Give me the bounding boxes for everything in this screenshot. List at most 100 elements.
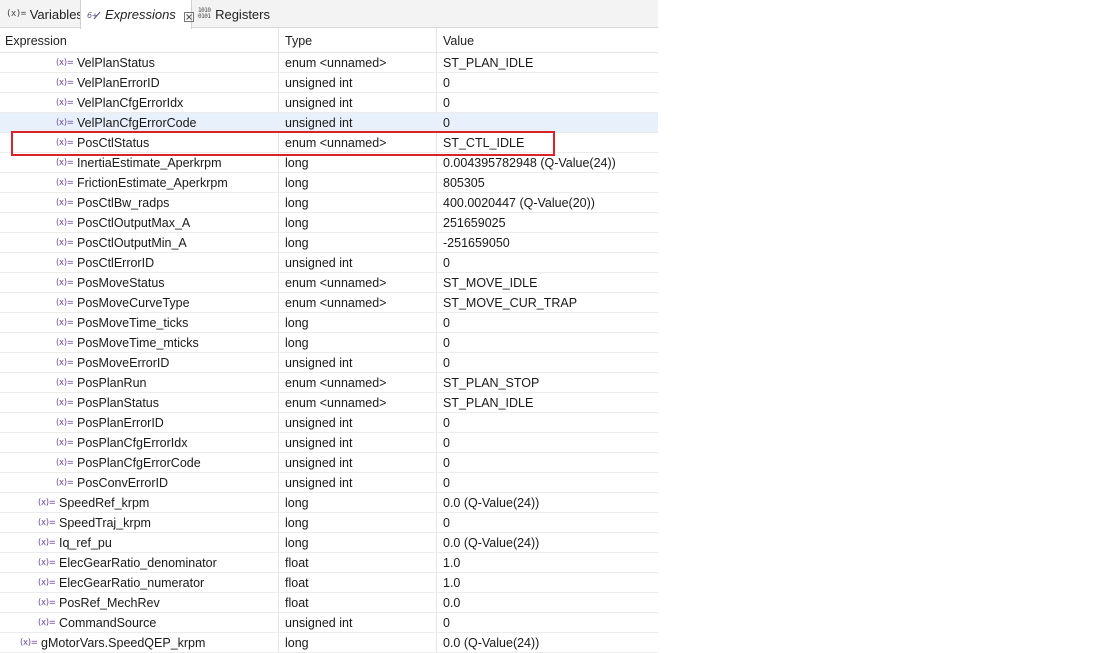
expression-value[interactable]: 805305 bbox=[443, 173, 485, 193]
expression-value[interactable]: 0 bbox=[443, 433, 450, 453]
table-row[interactable]: (x)= ElecGearRatio_numerator float 1.0 bbox=[0, 573, 658, 593]
expression-value[interactable]: 0.0 (Q-Value(24)) bbox=[443, 533, 539, 553]
variable-icon: (x)= bbox=[56, 258, 74, 268]
expression-name: SpeedRef_krpm bbox=[59, 496, 150, 510]
expression-value[interactable]: ST_PLAN_IDLE bbox=[443, 53, 533, 73]
table-row[interactable]: (x)= PosMoveStatus enum <unnamed> ST_MOVE_I… bbox=[0, 273, 658, 293]
expression-value[interactable]: 251659025 bbox=[443, 213, 506, 233]
table-row[interactable]: (x)= PosConvErrorID unsigned int 0 bbox=[0, 473, 658, 493]
expression-type: unsigned int bbox=[285, 436, 353, 450]
tab-registers[interactable]: 1010 0101 Registers bbox=[192, 0, 276, 28]
tab-variables[interactable]: (x)= Variables bbox=[0, 0, 83, 28]
expression-value[interactable]: 0 bbox=[443, 353, 450, 373]
expression-value[interactable]: 0 bbox=[443, 473, 450, 493]
expression-value[interactable]: 0 bbox=[443, 413, 450, 433]
variable-icon: (x)= bbox=[56, 418, 74, 428]
expression-value[interactable]: 0.0 (Q-Value(24)) bbox=[443, 633, 539, 653]
expression-value[interactable]: 1.0 bbox=[443, 553, 460, 573]
expression-value[interactable]: 0 bbox=[443, 333, 450, 353]
table-row[interactable]: (x)= VelPlanCfgErrorCode unsigned int 0 bbox=[0, 113, 658, 133]
table-row[interactable]: (x)= PosCtlBw_radps long 400.0020447 (Q-Val… bbox=[0, 193, 658, 213]
expression-value[interactable]: 0 bbox=[443, 253, 450, 273]
expression-type: long bbox=[285, 496, 309, 510]
expression-value[interactable]: 0 bbox=[443, 113, 450, 133]
tab-bar: (x)= Variables 6+ Expressions 1010 0101 bbox=[0, 0, 658, 29]
column-header-type[interactable]: Type bbox=[285, 28, 312, 52]
table-row[interactable]: (x)= PosCtlErrorID unsigned int 0 bbox=[0, 253, 658, 273]
column-header-expression[interactable]: Expression bbox=[5, 28, 67, 52]
table-row[interactable]: (x)= ElecGearRatio_denominator float 1.0 bbox=[0, 553, 658, 573]
registers-icon: 1010 0101 bbox=[198, 7, 211, 20]
expression-type: long bbox=[285, 536, 309, 550]
variable-icon: (x)= bbox=[56, 238, 74, 248]
table-row[interactable]: (x)= Iq_ref_pu long 0.0 (Q-Value(24)) bbox=[0, 533, 658, 553]
table-row[interactable]: (x)= SpeedRef_krpm long 0.0 (Q-Value(24)) bbox=[0, 493, 658, 513]
variable-icon: (x)= bbox=[56, 98, 74, 108]
expression-type: unsigned int bbox=[285, 356, 353, 370]
table-row[interactable]: (x)= VelPlanCfgErrorIdx unsigned int 0 bbox=[0, 93, 658, 113]
table-row[interactable]: (x)= PosMoveTime_mticks long 0 bbox=[0, 333, 658, 353]
table-row[interactable]: (x)= PosPlanCfgErrorCode unsigned int 0 bbox=[0, 453, 658, 473]
expression-value[interactable]: 0 bbox=[443, 513, 450, 533]
table-row[interactable]: (x)= VelPlanErrorID unsigned int 0 bbox=[0, 73, 658, 93]
expression-value[interactable]: 0.0 bbox=[443, 593, 460, 613]
table-row[interactable]: (x)= PosCtlStatus enum <unnamed> ST_CTL_IDL… bbox=[0, 133, 658, 153]
variable-icon: (x)= bbox=[56, 338, 74, 348]
expression-value[interactable]: 0 bbox=[443, 73, 450, 93]
expression-value[interactable]: 0.0 (Q-Value(24)) bbox=[443, 493, 539, 513]
table-row[interactable]: (x)= VelPlanStatus enum <unnamed> ST_PLAN_I… bbox=[0, 53, 658, 73]
expression-value[interactable]: 0 bbox=[443, 313, 450, 333]
expression-value[interactable]: 1.0 bbox=[443, 573, 460, 593]
expression-value[interactable]: -251659050 bbox=[443, 233, 510, 253]
table-row[interactable]: (x)= PosCtlOutputMax_A long 251659025 bbox=[0, 213, 658, 233]
expression-name: VelPlanStatus bbox=[77, 56, 155, 70]
expression-name: VelPlanCfgErrorCode bbox=[77, 116, 197, 130]
expression-name: PosMoveErrorID bbox=[77, 356, 170, 370]
variable-icon: (x)= bbox=[56, 278, 74, 288]
expression-value[interactable]: ST_PLAN_STOP bbox=[443, 373, 539, 393]
table-row[interactable]: (x)= PosPlanStatus enum <unnamed> ST_PLAN_I… bbox=[0, 393, 658, 413]
column-header-value[interactable]: Value bbox=[443, 28, 474, 52]
expression-name: PosRef_MechRev bbox=[59, 596, 160, 610]
table-row[interactable]: (x)= FrictionEstimate_Aperkrpm long 805305 bbox=[0, 173, 658, 193]
tab-expressions-label: Expressions bbox=[105, 7, 176, 22]
table-row[interactable]: (x)= PosMoveErrorID unsigned int 0 bbox=[0, 353, 658, 373]
variable-icon: (x)= bbox=[38, 618, 56, 628]
table-row[interactable]: (x)= CommandSource unsigned int 0 bbox=[0, 613, 658, 633]
table-row[interactable]: (x)= PosMoveTime_ticks long 0 bbox=[0, 313, 658, 333]
expression-name: ElecGearRatio_denominator bbox=[59, 556, 217, 570]
expression-value[interactable]: ST_CTL_IDLE bbox=[443, 133, 524, 153]
expression-name: FrictionEstimate_Aperkrpm bbox=[77, 176, 228, 190]
table-row[interactable]: (x)= gMotorVars.SpeedQEP_krpm long 0.0 (Q-V… bbox=[0, 633, 658, 653]
expression-value[interactable]: ST_PLAN_IDLE bbox=[443, 393, 533, 413]
expression-value[interactable]: 0 bbox=[443, 93, 450, 113]
table-row[interactable]: (x)= PosRef_MechRev float 0.0 bbox=[0, 593, 658, 613]
expression-value[interactable]: 0 bbox=[443, 453, 450, 473]
expression-value[interactable]: ST_MOVE_CUR_TRAP bbox=[443, 293, 577, 313]
expression-value[interactable]: ST_MOVE_IDLE bbox=[443, 273, 537, 293]
expression-value[interactable]: 400.0020447 (Q-Value(20)) bbox=[443, 193, 595, 213]
table-row[interactable]: (x)= PosCtlOutputMin_A long -251659050 bbox=[0, 233, 658, 253]
table-body: (x)= VelPlanStatus enum <unnamed> ST_PLAN_I… bbox=[0, 53, 658, 653]
table-row[interactable]: (x)= PosPlanErrorID unsigned int 0 bbox=[0, 413, 658, 433]
variable-icon: (x)= bbox=[38, 558, 56, 568]
expression-type: unsigned int bbox=[285, 456, 353, 470]
expression-name: PosPlanErrorID bbox=[77, 416, 164, 430]
table-row[interactable]: (x)= InertiaEstimate_Aperkrpm long 0.004395… bbox=[0, 153, 658, 173]
expression-value[interactable]: 0 bbox=[443, 613, 450, 633]
expression-name: PosPlanStatus bbox=[77, 396, 159, 410]
expression-name: gMotorVars.SpeedQEP_krpm bbox=[41, 636, 206, 650]
expression-name: PosCtlBw_radps bbox=[77, 196, 170, 210]
tab-expressions[interactable]: 6+ Expressions bbox=[80, 0, 194, 29]
table-row[interactable]: (x)= PosPlanCfgErrorIdx unsigned int 0 bbox=[0, 433, 658, 453]
expression-type: float bbox=[285, 576, 309, 590]
expression-value[interactable]: 0.004395782948 (Q-Value(24)) bbox=[443, 153, 616, 173]
table-row[interactable]: (x)= PosPlanRun enum <unnamed> ST_PLAN_STOP bbox=[0, 373, 658, 393]
expression-type: enum <unnamed> bbox=[285, 396, 387, 410]
table-row[interactable]: (x)= PosMoveCurveType enum <unnamed> ST_MOV… bbox=[0, 293, 658, 313]
expression-name: PosConvErrorID bbox=[77, 476, 168, 490]
table-row[interactable]: (x)= SpeedTraj_krpm long 0 bbox=[0, 513, 658, 533]
expression-name: Iq_ref_pu bbox=[59, 536, 112, 550]
expression-name: CommandSource bbox=[59, 616, 157, 630]
variable-icon: (x)= bbox=[56, 198, 74, 208]
